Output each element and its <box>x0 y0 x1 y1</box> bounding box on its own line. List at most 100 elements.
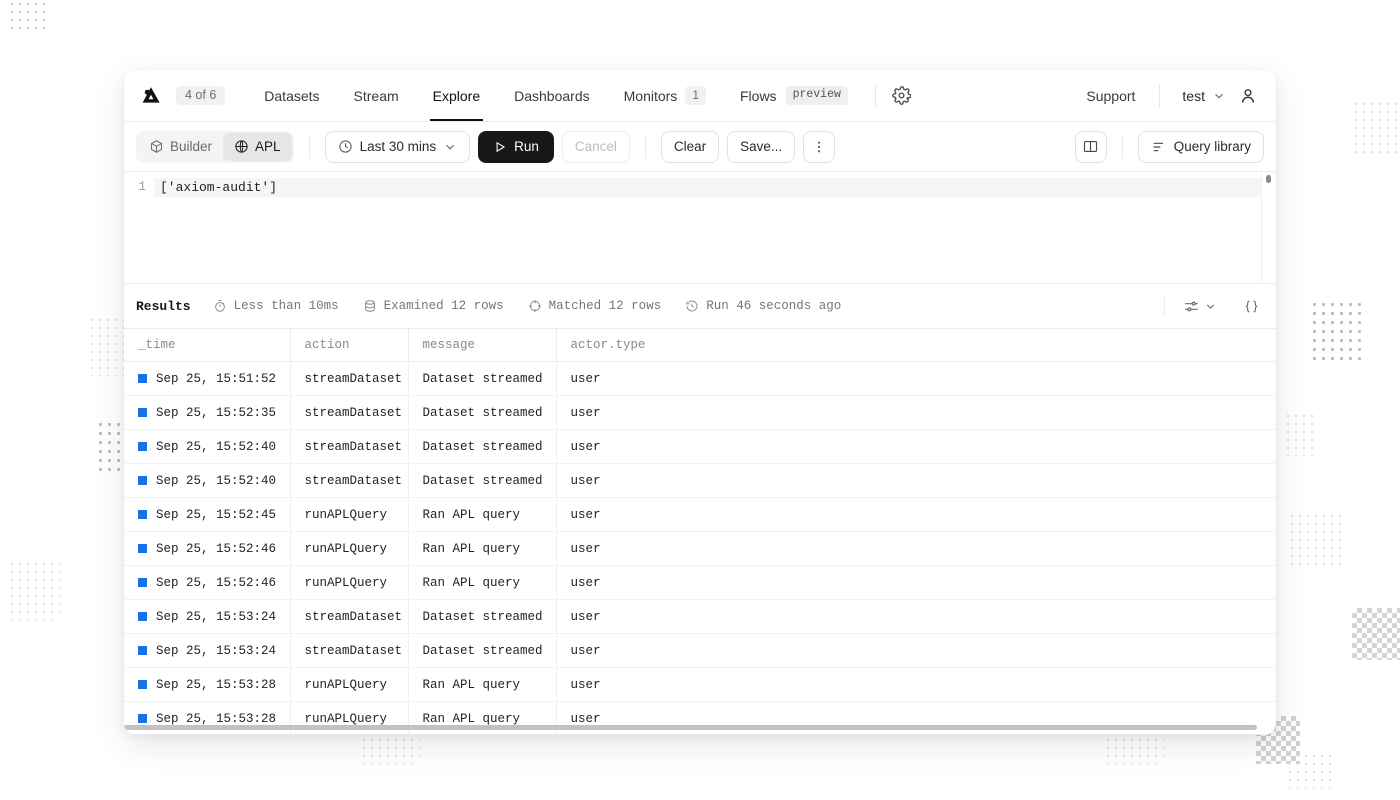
stat-duration: Less than 10ms <box>213 299 339 313</box>
bg-dot-square <box>1284 412 1314 456</box>
nav-label: Stream <box>353 87 399 104</box>
table-row[interactable]: Sep 25, 15:51:52 streamDataset Dataset str… <box>124 361 1276 396</box>
cell-actor-type: user <box>556 429 1276 464</box>
mode-builder-button[interactable]: Builder <box>138 133 223 161</box>
gear-icon[interactable] <box>886 80 918 112</box>
stat-text: Less than 10ms <box>233 299 339 313</box>
apl-query-editor[interactable]: 1 ['axiom-audit'] <box>124 172 1276 284</box>
row-marker <box>138 612 147 621</box>
cell-action: runAPLQuery <box>290 667 409 702</box>
cell-actor-type: user <box>556 531 1276 566</box>
column-header-time[interactable]: _time <box>124 329 291 362</box>
user-icon[interactable] <box>1232 80 1264 112</box>
bg-dot-square <box>8 560 60 620</box>
table-row[interactable]: Sep 25, 15:52:35 streamDataset Dataset str… <box>124 395 1276 430</box>
bg-dot-square <box>1286 752 1334 788</box>
cell-action: streamDataset <box>290 599 409 634</box>
stat-run-time: Run 46 seconds ago <box>685 299 841 313</box>
database-icon <box>364 300 375 312</box>
account-menu[interactable]: test <box>1170 88 1232 104</box>
time-range-picker[interactable]: Last 30 mins <box>324 130 471 163</box>
toolbar-divider <box>644 134 646 159</box>
nav-item-stream[interactable]: Stream <box>337 70 416 121</box>
cell-actor-type: user <box>556 565 1276 600</box>
cell-time: Sep 25, 15:52:45 <box>156 507 277 522</box>
cell-message: Ran APL query <box>408 531 557 566</box>
nav-label: Flows <box>740 87 777 104</box>
clock-icon <box>338 140 352 153</box>
globe-icon <box>235 140 248 153</box>
cell-action: runAPLQuery <box>290 531 409 566</box>
support-link[interactable]: Support <box>1072 88 1149 104</box>
stat-matched: Matched 12 rows <box>528 299 661 313</box>
app-window: 4 of 6 Datasets Stream Explore Dashboard… <box>124 70 1276 735</box>
results-table-container[interactable]: _time action message actor.type Sep 25, … <box>124 329 1276 735</box>
table-row[interactable]: Sep 25, 15:53:24 streamDataset Dataset str… <box>124 599 1276 634</box>
nav-item-explore[interactable]: Explore <box>416 70 497 121</box>
query-text[interactable]: ['axiom-audit'] <box>154 178 1262 197</box>
save-button[interactable]: Save... <box>727 130 796 163</box>
table-body: Sep 25, 15:51:52 streamDataset Dataset str… <box>124 361 1276 735</box>
cell-actor-type: user <box>556 361 1276 396</box>
axiom-logo[interactable] <box>138 83 164 109</box>
run-button[interactable]: Run <box>478 130 554 163</box>
table-horizontal-scrollbar[interactable] <box>124 725 1268 730</box>
book-open-icon[interactable] <box>1074 130 1107 163</box>
target-icon <box>528 300 541 312</box>
table-row[interactable]: Sep 25, 15:52:46 runAPLQuery Ran APL query… <box>124 531 1276 566</box>
nav-item-dashboards[interactable]: Dashboards <box>497 70 607 121</box>
save-label: Save... <box>740 139 783 154</box>
cell-time: Sep 25, 15:52:40 <box>156 473 277 488</box>
row-marker <box>138 680 147 689</box>
cell-message: Ran APL query <box>408 667 557 702</box>
chevron-down-icon <box>1206 303 1215 309</box>
stat-examined: Examined 12 rows <box>363 299 504 313</box>
chevron-down-icon <box>1215 93 1223 99</box>
table-row[interactable]: Sep 25, 15:53:28 runAPLQuery Ran APL query… <box>124 667 1276 702</box>
table-row[interactable]: Sep 25, 15:52:40 streamDataset Dataset str… <box>124 429 1276 464</box>
toolbar-divider <box>308 134 310 159</box>
column-header-message[interactable]: message <box>408 329 557 362</box>
table-bottom-border <box>124 734 1276 735</box>
json-view-button[interactable] <box>1237 294 1266 319</box>
play-icon <box>496 141 506 152</box>
nav-item-flows[interactable]: Flows preview <box>723 70 865 121</box>
query-library-button[interactable]: Query library <box>1137 130 1264 163</box>
table-row[interactable]: Sep 25, 15:53:24 streamDataset Dataset str… <box>124 633 1276 668</box>
cell-actor-type: user <box>556 667 1276 702</box>
org-badge[interactable]: 4 of 6 <box>176 86 226 105</box>
nav-label: Explore <box>432 87 481 104</box>
list-filter-icon <box>1153 142 1163 151</box>
scrollbar-thumb[interactable] <box>124 725 1257 730</box>
nav-divider <box>1159 83 1161 108</box>
nav-item-monitors[interactable]: Monitors 1 <box>607 70 723 121</box>
cell-time: Sep 25, 15:52:40 <box>156 439 277 454</box>
cell-message: Dataset streamed <box>408 463 557 498</box>
more-vertical-icon[interactable] <box>803 130 836 163</box>
table-row[interactable]: Sep 25, 15:52:40 streamDataset Dataset str… <box>124 463 1276 498</box>
row-marker <box>138 374 147 383</box>
cell-time: Sep 25, 15:51:52 <box>156 371 277 386</box>
nav-item-datasets[interactable]: Datasets <box>247 70 336 121</box>
cell-message: Ran APL query <box>408 565 557 600</box>
table-settings-button[interactable] <box>1177 294 1223 319</box>
clear-button[interactable]: Clear <box>660 130 720 163</box>
mode-apl-label: APL <box>255 139 281 154</box>
braces-icon <box>1245 300 1258 312</box>
run-label: Run <box>514 139 539 154</box>
bg-dot-square <box>96 420 126 474</box>
cell-message: Dataset streamed <box>408 633 557 668</box>
stat-text: Run 46 seconds ago <box>706 299 842 313</box>
column-header-action[interactable]: action <box>290 329 409 362</box>
query-library-label: Query library <box>1173 139 1251 154</box>
nav-label: Datasets <box>264 87 320 104</box>
bg-dot-square <box>1104 736 1164 764</box>
row-marker <box>138 408 147 417</box>
table-header: _time action message actor.type <box>124 329 1276 362</box>
table-row[interactable]: Sep 25, 15:52:45 runAPLQuery Ran APL query… <box>124 497 1276 532</box>
mode-apl-button[interactable]: APL <box>223 132 292 161</box>
table-row[interactable]: Sep 25, 15:52:46 runAPLQuery Ran APL query… <box>124 565 1276 600</box>
query-toolbar: Builder APL Last 30 mins Run Cancel Clea… <box>124 122 1276 172</box>
column-header-actor-type[interactable]: actor.type <box>556 329 1276 362</box>
editor-vertical-scrollbar[interactable] <box>1266 175 1271 183</box>
